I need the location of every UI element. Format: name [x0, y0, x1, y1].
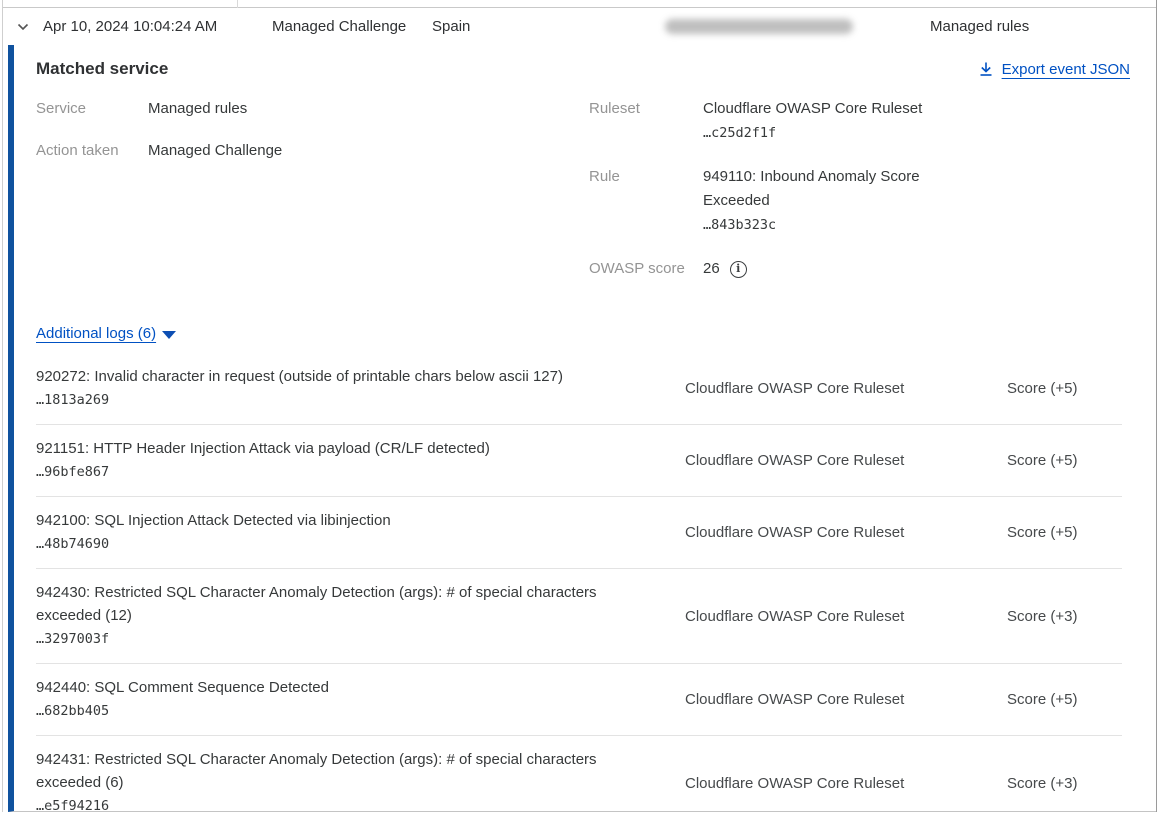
log-row: 942100: SQL Injection Attack Detected vi…: [36, 497, 1122, 569]
redacted-text-blur: [665, 19, 853, 34]
export-event-json-label: Export event JSON: [1002, 61, 1130, 78]
log-ruleset-name: Cloudflare OWASP Core Ruleset: [685, 775, 965, 792]
owasp-score-field: OWASP score 26 i: [589, 257, 943, 281]
log-rule-block: 942431: Restricted SQL Character Anomaly…: [36, 748, 626, 812]
log-rule-id: …682bb405: [36, 699, 626, 723]
log-rule-description: 942440: SQL Comment Sequence Detected: [36, 676, 626, 699]
log-ruleset-name: Cloudflare OWASP Core Ruleset: [685, 452, 965, 469]
matched-service-fields: Service Managed rules Action taken Manag…: [36, 97, 1130, 301]
event-detail-panel: Matched service Export event JSON: [8, 45, 1156, 812]
export-event-json-link[interactable]: Export event JSON: [978, 61, 1130, 78]
expand-chevron-button[interactable]: [3, 19, 43, 35]
log-score: Score (+5): [1007, 524, 1077, 541]
service-label: Service: [36, 97, 148, 121]
ruleset-value-block: Cloudflare OWASP Core Ruleset …c25d2f1f: [703, 97, 943, 145]
log-rule-id: …96bfe867: [36, 460, 626, 484]
log-rule-id: …e5f94216: [36, 794, 626, 812]
log-score: Score (+3): [1007, 775, 1077, 792]
log-score: Score (+5): [1007, 452, 1077, 469]
log-rule-id: …1813a269: [36, 388, 626, 412]
rule-id: …843b323c: [703, 213, 943, 237]
event-timestamp: Apr 10, 2024 10:04:24 AM: [43, 18, 272, 35]
ruleset-label: Ruleset: [589, 97, 703, 145]
action-taken-value: Managed Challenge: [148, 139, 282, 163]
log-rule-block: 942430: Restricted SQL Character Anomaly…: [36, 581, 626, 651]
log-row: 942440: SQL Comment Sequence Detected …6…: [36, 664, 1122, 736]
additional-logs-list: 920272: Invalid character in request (ou…: [36, 353, 1122, 812]
fields-right-column: Ruleset Cloudflare OWASP Core Ruleset …c…: [589, 97, 943, 301]
panel-title: Matched service: [36, 59, 168, 79]
log-row: 942431: Restricted SQL Character Anomaly…: [36, 736, 1122, 812]
log-ruleset-name: Cloudflare OWASP Core Ruleset: [685, 608, 965, 625]
owasp-score-label: OWASP score: [589, 257, 703, 281]
log-score: Score (+3): [1007, 608, 1077, 625]
security-event-log-view: Apr 10, 2024 10:04:24 AM Managed Challen…: [0, 0, 1160, 818]
chevron-down-icon: [15, 19, 31, 35]
action-taken-field: Action taken Managed Challenge: [36, 139, 589, 163]
service-value: Managed rules: [148, 97, 247, 121]
log-rule-description: 921151: HTTP Header Injection Attack via…: [36, 437, 626, 460]
service-field: Service Managed rules: [36, 97, 589, 121]
additional-logs-toggle[interactable]: Additional logs (6): [36, 325, 176, 342]
log-rule-description: 942430: Restricted SQL Character Anomaly…: [36, 581, 626, 627]
rule-field: Rule 949110: Inbound Anomaly Score Excee…: [589, 165, 943, 237]
event-host-redacted: [665, 19, 860, 34]
log-rule-description: 920272: Invalid character in request (ou…: [36, 365, 626, 388]
log-rule-block: 942440: SQL Comment Sequence Detected …6…: [36, 676, 626, 723]
log-ruleset-name: Cloudflare OWASP Core Ruleset: [685, 524, 965, 541]
event-summary-row[interactable]: Apr 10, 2024 10:04:24 AM Managed Challen…: [3, 8, 1156, 45]
download-icon: [978, 61, 994, 78]
log-rule-block: 942100: SQL Injection Attack Detected vi…: [36, 509, 626, 556]
owasp-score-value-block: 26 i: [703, 257, 943, 281]
log-score: Score (+5): [1007, 380, 1077, 397]
rule-description: 949110: Inbound Anomaly Score Exceeded: [703, 165, 943, 213]
log-ruleset-name: Cloudflare OWASP Core Ruleset: [685, 691, 965, 708]
ruleset-name: Cloudflare OWASP Core Ruleset: [703, 97, 943, 121]
events-table: Apr 10, 2024 10:04:24 AM Managed Challen…: [2, 0, 1157, 812]
log-ruleset-name: Cloudflare OWASP Core Ruleset: [685, 380, 965, 397]
ruleset-id: …c25d2f1f: [703, 121, 943, 145]
log-rule-description: 942100: SQL Injection Attack Detected vi…: [36, 509, 626, 532]
action-taken-label: Action taken: [36, 139, 148, 163]
info-icon[interactable]: i: [730, 261, 747, 278]
previous-row-edge: [3, 0, 1156, 8]
column-divider: [237, 0, 238, 8]
event-action: Managed Challenge: [272, 18, 432, 35]
log-score: Score (+5): [1007, 691, 1077, 708]
log-row: 921151: HTTP Header Injection Attack via…: [36, 425, 1122, 497]
owasp-score-value: 26: [703, 257, 720, 281]
log-row: 942430: Restricted SQL Character Anomaly…: [36, 569, 1122, 664]
caret-down-icon: [162, 331, 176, 339]
ruleset-field: Ruleset Cloudflare OWASP Core Ruleset …c…: [589, 97, 943, 145]
event-country: Spain: [432, 18, 665, 35]
log-rule-id: …3297003f: [36, 627, 626, 651]
panel-header: Matched service Export event JSON: [36, 59, 1130, 79]
rule-value-block: 949110: Inbound Anomaly Score Exceeded ……: [703, 165, 943, 237]
log-rule-description: 942431: Restricted SQL Character Anomaly…: [36, 748, 626, 794]
log-rule-block: 920272: Invalid character in request (ou…: [36, 365, 626, 412]
log-row: 920272: Invalid character in request (ou…: [36, 353, 1122, 425]
log-rule-id: …48b74690: [36, 532, 626, 556]
log-rule-block: 921151: HTTP Header Injection Attack via…: [36, 437, 626, 484]
additional-logs-label: Additional logs (6): [36, 325, 156, 342]
fields-left-column: Service Managed rules Action taken Manag…: [36, 97, 589, 181]
event-service: Managed rules: [930, 18, 1156, 35]
rule-label: Rule: [589, 165, 703, 237]
